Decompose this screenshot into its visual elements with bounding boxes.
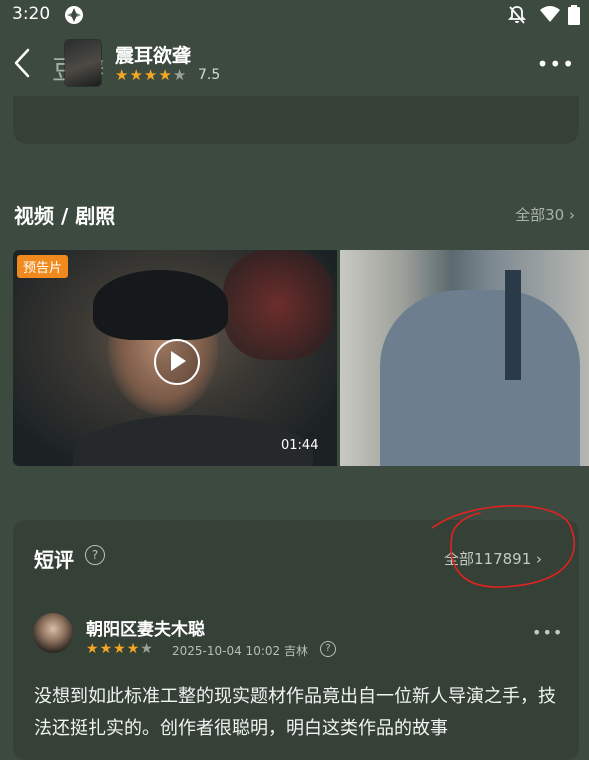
app-notification-icon [64, 5, 84, 29]
review-username[interactable]: 朝阳区妻夫木聪 [86, 615, 205, 640]
more-options-button[interactable]: ••• [537, 52, 575, 76]
back-arrow-icon[interactable] [8, 46, 34, 80]
status-bar: 3:20 [0, 0, 589, 30]
star-full-icon: ★ [113, 641, 126, 657]
star-full-icon: ★ [158, 66, 172, 84]
movie-title: 震耳欲聋 [115, 45, 192, 67]
suit-shape [380, 290, 580, 466]
star-full-icon: ★ [129, 66, 143, 84]
rating-score: 7.5 [198, 67, 221, 83]
info-card-bottom [13, 96, 579, 144]
still-photo-thumbnail[interactable] [340, 250, 589, 466]
wifi-icon [540, 5, 560, 27]
actor-hair [93, 270, 228, 340]
battery-icon [568, 5, 580, 29]
star-full-icon: ★ [126, 641, 140, 657]
status-time: 3:20 [12, 4, 51, 24]
review-text: 没想到如此标准工整的现实题材作品竟出自一位新人导演之手，技法还挺扎实的。创作者很… [34, 686, 556, 739]
top-app-bar: 豆瓣 震耳欲聋 ★ ★ ★ ★ ★ 7.5 ••• [0, 30, 589, 96]
star-full-icon: ★ [115, 66, 129, 84]
avatar[interactable] [33, 613, 73, 653]
star-full-icon: ★ [99, 641, 113, 657]
star-empty-icon: ★ [140, 641, 153, 657]
car-seat-background [223, 250, 333, 360]
video-duration: 01:44 [281, 438, 319, 453]
header-star-rating: ★ ★ ★ ★ ★ [115, 68, 186, 83]
media-view-all-link[interactable]: 全部30 › [515, 204, 575, 225]
trailer-badge: 预告片 [17, 255, 69, 278]
help-icon[interactable]: ? [85, 545, 105, 565]
star-full-icon: ★ [143, 66, 158, 84]
jacket-shape [73, 415, 313, 466]
play-icon[interactable] [154, 339, 200, 385]
reviews-view-all-link[interactable]: 全部117891 › [444, 548, 542, 569]
media-section-title: 视频 / 剧照 [14, 204, 116, 228]
tie-shape [505, 270, 521, 380]
review-more-options-button[interactable]: ••• [532, 623, 563, 642]
star-full-icon: ★ [86, 641, 99, 657]
notifications-off-icon [507, 5, 527, 29]
review-date-location: 2025-10-04 10:02 吉林 [172, 644, 308, 658]
star-empty-icon: ★ [172, 66, 187, 84]
movie-poster-thumbnail[interactable] [65, 40, 101, 86]
location-help-icon[interactable]: ? [320, 641, 336, 657]
review-star-rating: ★ ★ ★ ★ ★ [86, 642, 153, 656]
reviews-section-title: 短评 [34, 548, 74, 572]
